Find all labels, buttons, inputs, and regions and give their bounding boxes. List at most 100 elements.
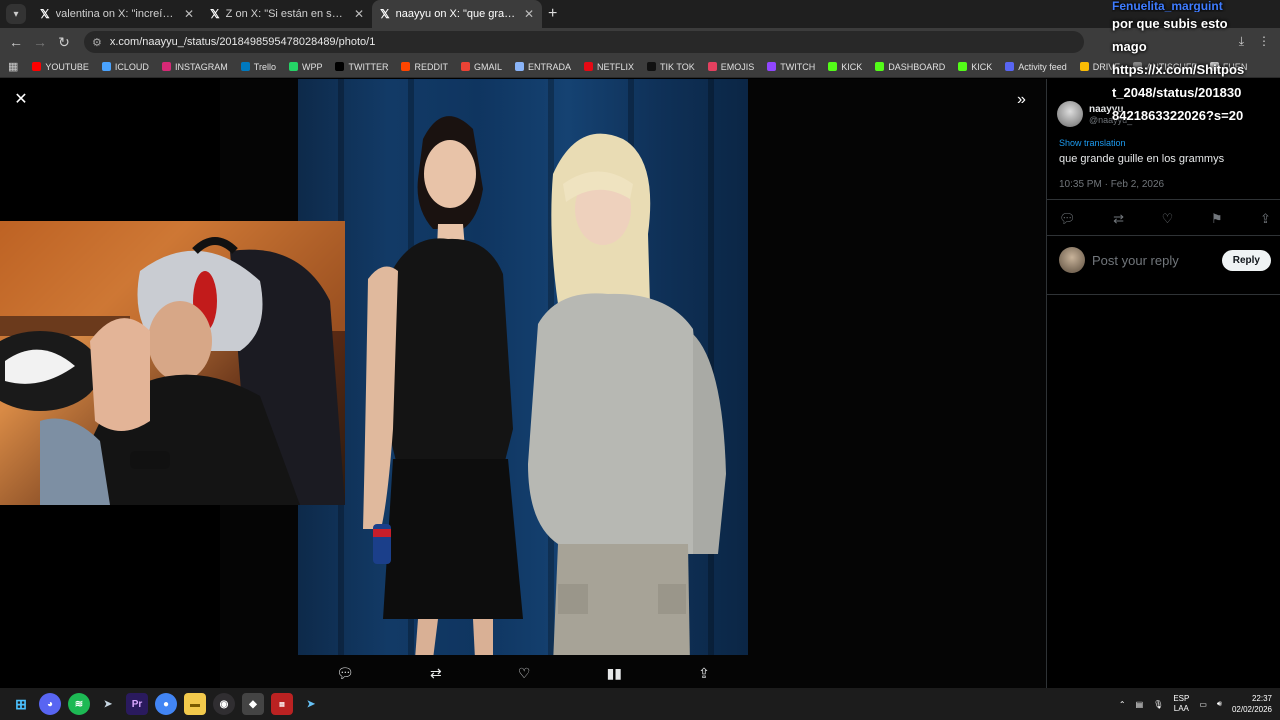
language-indicator[interactable]: ESP LAA [1173, 694, 1189, 714]
bookmark-label: WPP [301, 61, 323, 72]
tab-naayyu[interactable]: 𝕏 naayyu on X: "que grande guille ✕ [372, 0, 542, 28]
premiere-icon[interactable]: Pr [126, 693, 148, 715]
bookmark-item[interactable]: TWITTER [335, 62, 388, 72]
app-icon[interactable]: ▤ [271, 693, 293, 715]
keyboard-layout: LAA [1173, 704, 1189, 713]
views-icon[interactable]: ▮▮ [607, 665, 622, 682]
clock[interactable]: 22:37 02/02/2026 [1232, 693, 1272, 715]
stream-chat-overlay: Fenuelita_marguint por que subis esto ma… [1112, 0, 1280, 130]
screen: ▾ 𝕏 valentina on X: "increíble como ✕ 𝕏 … [0, 0, 1280, 720]
bookmark-item[interactable]: WPP [288, 61, 323, 72]
microphone-icon[interactable]: 🎙︎ [1153, 700, 1163, 709]
x-logo-icon: 𝕏 [40, 7, 50, 21]
avatar[interactable] [1057, 101, 1083, 127]
expand-panel-icon[interactable]: » [1017, 91, 1026, 109]
spotify-icon[interactable]: ≋ [68, 693, 90, 715]
bookmark-label: NETFLIX [597, 61, 635, 72]
chat-username: Fenuelita_marguint [1112, 0, 1223, 12]
bookmark-item[interactable]: NETFLIX [584, 62, 634, 72]
bookmark-favicon-icon [767, 62, 777, 71]
bookmark-icon[interactable]: ⚑ [1211, 211, 1223, 227]
bookmark-favicon-icon [1079, 62, 1089, 71]
app-icon[interactable]: ◆ [242, 693, 264, 715]
like-icon[interactable]: ♡ [1162, 211, 1174, 227]
bookmark-label: REDDIT [414, 61, 448, 72]
bookmark-item[interactable]: EMOJIS [707, 62, 754, 72]
bookmark-favicon-icon [32, 62, 42, 71]
reply-icon[interactable]: 💬︎ [336, 665, 354, 682]
bookmark-item[interactable]: ENTRADA [514, 62, 571, 72]
tab-valentina[interactable]: 𝕏 valentina on X: "increíble como ✕ [32, 0, 202, 28]
bookmark-item[interactable]: KICK [958, 62, 992, 72]
retweet-icon[interactable]: ⇄ [1113, 211, 1124, 227]
new-tab-icon[interactable]: + [548, 5, 557, 23]
show-translation-link[interactable]: Show translation [1059, 138, 1126, 148]
steam-icon[interactable]: ➤ [97, 693, 119, 715]
tweet-timestamp[interactable]: 10:35 PM · Feb 2, 2026 [1059, 179, 1164, 190]
bookmarks-bar: ▦ YOUTUBE ICLOUD INSTAGRAM Trello WPP TWITTER… [0, 56, 1280, 78]
clock-time: 22:37 [1251, 694, 1272, 703]
like-icon[interactable]: ♡ [518, 665, 531, 682]
site-info-icon[interactable]: ⚙ [92, 36, 102, 49]
close-icon[interactable]: ✕ [354, 7, 364, 21]
bookmark-label: YOUTUBE [45, 61, 89, 72]
bookmark-favicon-icon [460, 62, 470, 71]
reply-icon[interactable]: 💬︎ [1059, 211, 1076, 227]
bookmark-item[interactable]: KICK [828, 62, 862, 72]
person-dark-outfit [363, 116, 523, 655]
bookmark-label: KICK [971, 61, 993, 72]
streamer-webcam [0, 221, 345, 505]
close-icon[interactable]: ✕ [12, 91, 30, 109]
share-icon[interactable]: ⇪ [698, 665, 710, 682]
divider [1047, 235, 1280, 236]
reply-input[interactable]: Post your reply [1092, 253, 1222, 268]
apps-grid-icon[interactable]: ▦ [8, 60, 18, 73]
bookmark-favicon-icon [647, 62, 657, 71]
close-icon[interactable]: ✕ [184, 7, 194, 21]
bookmark-item[interactable]: REDDIT [401, 62, 448, 72]
tab-strip: ▾ 𝕏 valentina on X: "increíble como ✕ 𝕏 … [0, 0, 1280, 28]
chrome-icon[interactable]: ● [155, 693, 177, 715]
forward-icon[interactable]: → [28, 34, 52, 50]
bookmark-label: Activity feed [1018, 61, 1067, 72]
tweet-photo[interactable] [298, 79, 748, 655]
reply-button[interactable]: Reply [1221, 249, 1271, 271]
windows-taskbar: ⊞ ◕ ≋ ➤ Pr ● ▬ ◉ ◆ ▤ ➤ ⌃ ▤ 🎙︎ ESP LAA ▭ … [0, 688, 1280, 720]
bookmark-item[interactable]: TWITCH [767, 62, 815, 72]
bookmark-item[interactable]: GMAIL [460, 62, 502, 72]
bookmark-favicon-icon [401, 62, 411, 71]
file-explorer-icon[interactable]: ▬ [184, 693, 206, 715]
bookmark-item[interactable]: ICLOUD [101, 62, 149, 72]
tweet-actions: 💬︎ ⇄ ♡ ⚑ ⇪ [1059, 211, 1271, 227]
discord-icon[interactable]: ◕ [39, 693, 61, 715]
flag-icon[interactable]: ▤ [1136, 700, 1144, 709]
bookmark-item[interactable]: YOUTUBE [32, 62, 89, 72]
steam-icon[interactable]: ➤ [300, 693, 322, 715]
address-bar[interactable]: ⚙ x.com/naayyu_/status/20184985954780284… [84, 31, 1084, 53]
close-icon[interactable]: ✕ [524, 7, 534, 21]
bookmark-favicon-icon [514, 62, 524, 71]
tab-search-icon[interactable]: ▾ [6, 4, 26, 24]
chat-message-line: t_2048/status/201830 [1112, 85, 1242, 100]
volume-icon[interactable]: 🔊︎ [1217, 699, 1222, 709]
photo-action-bar: 💬︎ ⇄ ♡ ▮▮ ⇪ [298, 659, 748, 687]
network-icon[interactable]: ▭ [1199, 700, 1207, 709]
bookmark-favicon-icon [958, 62, 968, 71]
bookmark-item[interactable]: Activity feed [1005, 62, 1067, 72]
bookmark-item[interactable]: Trello [240, 62, 276, 72]
obs-icon[interactable]: ◉ [213, 693, 235, 715]
bookmark-item[interactable]: TIK TOK [647, 62, 695, 72]
chevron-up-icon[interactable]: ⌃ [1119, 700, 1126, 709]
back-icon[interactable]: ← [4, 34, 28, 50]
bookmark-item[interactable]: DASHBOARD [875, 62, 945, 72]
person-grey-sweater [528, 133, 726, 655]
retweet-icon[interactable]: ⇄ [430, 665, 442, 682]
system-tray: ⌃ ▤ 🎙︎ ESP LAA ▭ 🔊︎ 22:37 02/02/2026 [1119, 688, 1272, 720]
browser-toolbar: ← → ↻ ⚙ x.com/naayyu_/status/20184985954… [0, 28, 1280, 56]
tab-z[interactable]: 𝕏 Z on X: "Si están en sus 20/25 y ✕ [202, 0, 372, 28]
bookmark-favicon-icon [707, 62, 717, 71]
bookmark-item[interactable]: INSTAGRAM [161, 62, 228, 72]
reload-icon[interactable]: ↻ [52, 34, 76, 51]
share-icon[interactable]: ⇪ [1260, 211, 1271, 227]
windows-start-icon[interactable]: ⊞ [10, 693, 32, 715]
